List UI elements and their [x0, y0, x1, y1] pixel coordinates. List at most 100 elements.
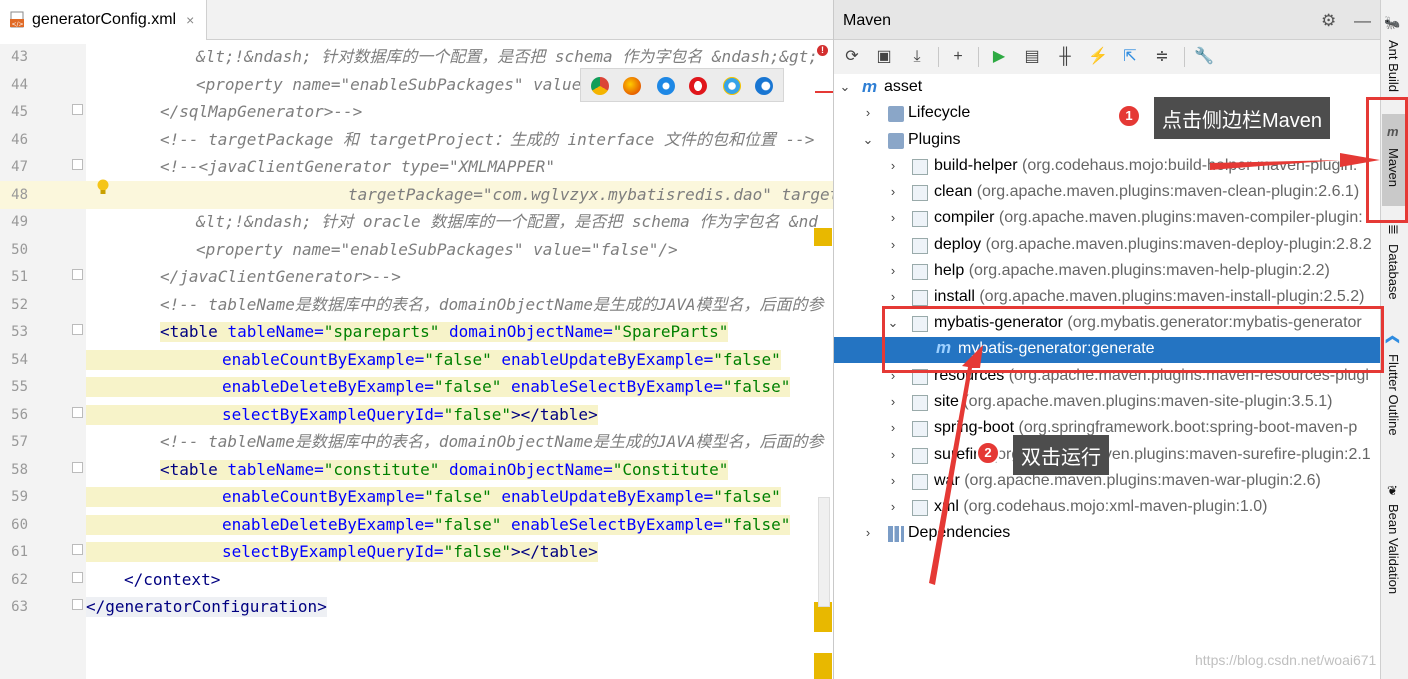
code-line-43: &lt;!&ndash; 针对数据库的一个配置，是否把 schema 作为字包名… [196, 47, 818, 66]
chevron-right-icon[interactable]: › [886, 473, 900, 488]
code-line-47: <!--<javaClientGenerator type="XMLMAPPER… [160, 157, 555, 176]
line-number: 55 [11, 379, 28, 395]
chevron-right-icon[interactable]: › [886, 237, 900, 252]
fold-marker[interactable] [72, 159, 83, 170]
chevron-right-icon[interactable]: › [886, 289, 900, 304]
firefox-icon[interactable] [623, 77, 641, 95]
chevron-right-icon[interactable]: › [886, 447, 900, 462]
plugin-icon [912, 474, 928, 490]
line-number: 47 [11, 159, 28, 175]
plugin-icon [912, 211, 928, 227]
edge-icon[interactable] [755, 77, 773, 95]
tab-generatorconfig[interactable]: </> generatorConfig.xml × [0, 0, 207, 40]
chevron-right-icon[interactable]: › [886, 420, 900, 435]
plugin-help[interactable]: › help (org.apache.maven.plugins:maven-he… [834, 259, 1381, 285]
fold-marker[interactable] [72, 544, 83, 555]
gear-icon[interactable]: ⚙ [1321, 11, 1336, 31]
line-number: 49 [11, 214, 28, 230]
fold-marker[interactable] [72, 324, 83, 335]
database-icon: ≣ [1386, 224, 1401, 235]
generate-sources-icon[interactable]: ▣ [874, 47, 894, 67]
callout-step-2: 双击运行 [1013, 435, 1109, 475]
line-number: 50 [11, 242, 28, 258]
browser-preview-bar [580, 68, 784, 102]
add-icon[interactable]: + [948, 47, 968, 67]
code-line-49: &lt;!&ndash; 针对 oracle 数据库的一个配置，是否把 sche… [196, 212, 818, 231]
tree-node-dependencies[interactable]: › Dependencies [834, 521, 1381, 547]
chevron-right-icon[interactable]: › [886, 184, 900, 199]
tool-database[interactable]: Database [1386, 244, 1401, 300]
download-icon[interactable]: ⤓ [907, 47, 927, 67]
tool-flutter-outline[interactable]: Flutter Outline [1386, 354, 1401, 436]
close-icon[interactable]: × [186, 12, 194, 28]
fold-marker[interactable] [72, 104, 83, 115]
maven-header: Maven ⚙ — [834, 0, 1381, 40]
skip-tests-icon[interactable]: ⚡ [1088, 47, 1108, 67]
run-icon[interactable]: ▶ [989, 47, 1009, 67]
tab-label: generatorConfig.xml [32, 11, 177, 28]
execute-goal-icon[interactable]: ▤ [1022, 47, 1042, 67]
plugin-deploy[interactable]: › deploy (org.apache.maven.plugins:maven-… [834, 233, 1381, 259]
fold-marker[interactable] [72, 599, 83, 610]
warning-marker[interactable] [814, 228, 832, 246]
plugin-icon [912, 395, 928, 411]
code-line-45: </sqlMapGenerator>--> [160, 102, 363, 121]
line-number: 60 [11, 517, 28, 533]
plugin-icon [912, 500, 928, 516]
ie-icon[interactable] [723, 77, 741, 95]
toolbar-separator [1184, 47, 1185, 67]
error-indicator-icon[interactable]: ! [817, 45, 828, 56]
plugin-clean[interactable]: › clean (org.apache.maven.plugins:maven-c… [834, 180, 1381, 206]
code-line-55: enableDeleteByExample="false" enableSele… [86, 377, 791, 397]
folder-gear-icon [888, 106, 904, 122]
toolbar-separator [978, 47, 979, 67]
line-number: 44 [11, 77, 28, 93]
fold-marker[interactable] [72, 269, 83, 280]
plugin-xml[interactable]: › xml (org.codehaus.mojo:xml-maven-plugin… [834, 495, 1381, 521]
maven-title: Maven [843, 12, 892, 29]
xml-file-icon: </> [10, 11, 26, 29]
flutter-icon: ❮ [1386, 334, 1401, 345]
collapse-all-icon[interactable]: ≑ [1152, 47, 1172, 67]
line-number: 43 [11, 49, 28, 65]
chevron-right-icon[interactable]: › [886, 263, 900, 278]
warning-marker[interactable] [814, 653, 832, 679]
line-number: 52 [11, 297, 28, 313]
code-line-63: </generatorConfiguration> [86, 597, 327, 617]
chevron-right-icon[interactable]: › [886, 210, 900, 225]
callout-step-1: 点击侧边栏Maven [1154, 97, 1331, 139]
plugin-icon [912, 185, 928, 201]
chevron-right-icon[interactable]: › [886, 499, 900, 514]
minimize-icon[interactable]: — [1354, 11, 1371, 31]
wrench-icon[interactable]: 🔧 [1194, 47, 1214, 67]
fold-marker[interactable] [72, 462, 83, 473]
chevron-right-icon[interactable]: › [861, 525, 875, 540]
code-line-46: <!-- targetPackage 和 targetProject：生成的 i… [160, 130, 815, 149]
fold-marker[interactable] [72, 407, 83, 418]
plugin-build-helper[interactable]: › build-helper (org.codehaus.mojo:build-h… [834, 154, 1381, 180]
lightbulb-icon[interactable] [96, 179, 110, 197]
expand-all-icon[interactable]: ⇱ [1120, 47, 1140, 67]
editor-scrollbar[interactable] [818, 497, 830, 607]
chevron-down-icon[interactable]: ⌄ [861, 132, 875, 148]
chevron-down-icon[interactable]: ⌄ [838, 79, 852, 95]
code-line-62: </context> [124, 570, 221, 589]
toggle-offline-icon[interactable]: ╫ [1055, 47, 1075, 67]
plugin-site[interactable]: › site (org.apache.maven.plugins:maven-si… [834, 390, 1381, 416]
tool-ant-build[interactable]: Ant Build [1386, 40, 1401, 92]
chevron-right-icon[interactable]: › [861, 105, 875, 120]
tool-bean-validation[interactable]: Bean Validation [1386, 504, 1401, 594]
chevron-right-icon[interactable]: › [886, 394, 900, 409]
highlight-box-maven-tab [1366, 97, 1408, 223]
plugin-compiler[interactable]: › compiler (org.apache.maven.plugins:mave… [834, 206, 1381, 232]
fold-marker[interactable] [72, 572, 83, 583]
chrome-icon[interactable] [591, 77, 609, 95]
reload-icon[interactable]: ⟳ [842, 47, 862, 67]
folder-gear-icon [888, 133, 904, 149]
line-number: 62 [11, 572, 28, 588]
chevron-right-icon[interactable]: › [886, 158, 900, 173]
opera-icon[interactable] [689, 77, 707, 95]
line-number: 51 [11, 269, 28, 285]
safari-icon[interactable] [657, 77, 675, 95]
code-editor[interactable]: </> generatorConfig.xml × 43 44 45 46 47… [0, 0, 833, 679]
